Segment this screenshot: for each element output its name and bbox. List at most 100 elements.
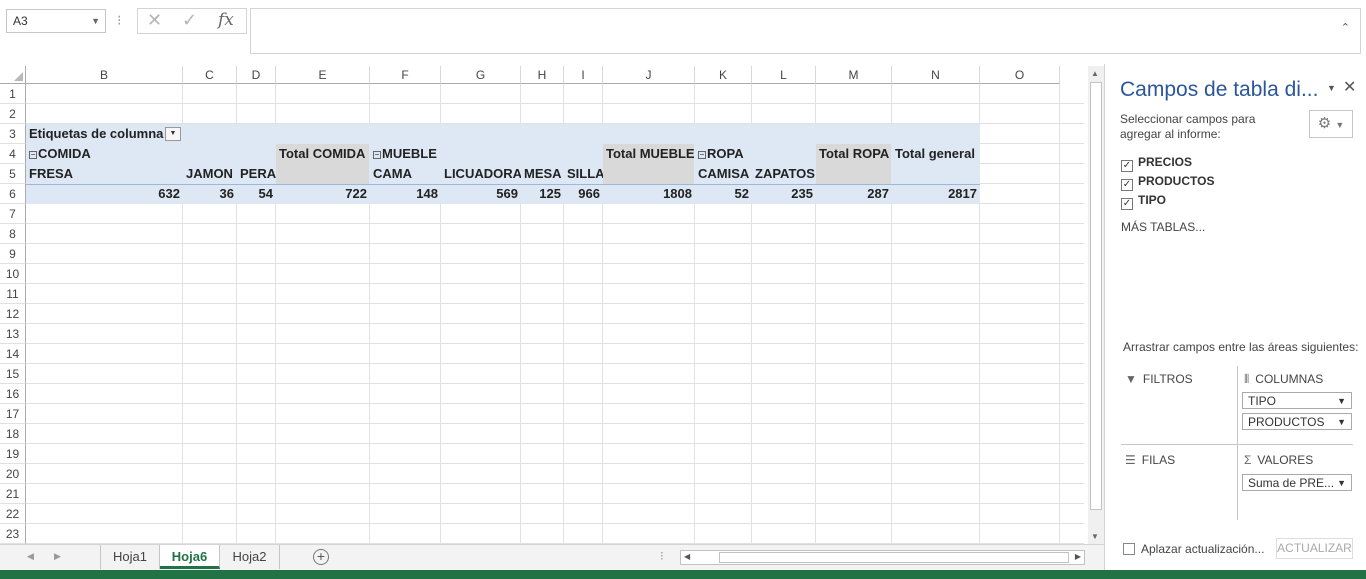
row-header[interactable]: 12 xyxy=(0,304,26,324)
value-pera[interactable]: 54 xyxy=(237,184,276,204)
checkbox-icon[interactable] xyxy=(1123,543,1135,555)
checkbox-checked-icon[interactable]: ✓ xyxy=(1121,179,1133,191)
row-header[interactable]: 7 xyxy=(0,204,26,224)
settings-button[interactable]: ⚙ ▼ xyxy=(1309,110,1353,138)
field-precios[interactable]: ✓ PRECIOS xyxy=(1121,154,1192,172)
scroll-down-icon[interactable]: ▼ xyxy=(1091,532,1099,541)
chevron-down-icon[interactable]: ▼ xyxy=(1337,394,1346,408)
value-total-mueble[interactable]: 1808 xyxy=(603,184,695,204)
pivot-header-label[interactable]: Etiquetas de columna xyxy=(26,124,183,144)
value-silla[interactable]: 966 xyxy=(564,184,603,204)
row-header[interactable]: 14 xyxy=(0,344,26,364)
row-header[interactable]: 22 xyxy=(0,504,26,524)
chevron-down-icon[interactable]: ▼ xyxy=(1327,83,1336,93)
column-header-h[interactable]: H xyxy=(521,66,564,84)
item-silla[interactable]: SILLA xyxy=(564,164,603,184)
select-all-button[interactable] xyxy=(0,66,26,84)
row-header[interactable]: 5 xyxy=(0,164,26,184)
value-mesa[interactable]: 125 xyxy=(521,184,564,204)
chevron-up-icon[interactable]: ⌃ xyxy=(1341,21,1350,34)
item-fresa[interactable]: FRESA xyxy=(26,164,183,184)
item-mesa[interactable]: MESA xyxy=(521,164,564,184)
row-header[interactable]: 4 xyxy=(0,144,26,164)
value-total-comida[interactable]: 722 xyxy=(276,184,370,204)
column-header-k[interactable]: K xyxy=(695,66,752,84)
column-header-d[interactable]: D xyxy=(237,66,276,84)
item-cama[interactable]: CAMA xyxy=(370,164,441,184)
row-header[interactable]: 19 xyxy=(0,444,26,464)
value-zapatos[interactable]: 235 xyxy=(752,184,816,204)
formula-input[interactable]: ⌃ xyxy=(250,8,1361,54)
add-sheet-icon[interactable]: + xyxy=(313,549,329,565)
collapse-icon[interactable]: − xyxy=(698,151,706,159)
column-header-m[interactable]: M xyxy=(816,66,892,84)
tab-hoja2[interactable]: Hoja2 xyxy=(220,545,280,569)
chevron-down-icon[interactable]: ▼ xyxy=(91,16,100,26)
value-camisa[interactable]: 52 xyxy=(695,184,752,204)
group-mueble[interactable]: − MUEBLE xyxy=(370,144,441,164)
row-header[interactable]: 18 xyxy=(0,424,26,444)
tab-hoja6[interactable]: Hoja6 xyxy=(160,545,220,569)
row-header[interactable]: 23 xyxy=(0,524,26,544)
value-licuadora[interactable]: 569 xyxy=(441,184,521,204)
row-header[interactable]: 15 xyxy=(0,364,26,384)
value-fresa[interactable]: 632 xyxy=(26,184,183,204)
row-header[interactable]: 8 xyxy=(0,224,26,244)
row-header[interactable]: 21 xyxy=(0,484,26,504)
item-pera[interactable]: PERA xyxy=(237,164,276,184)
value-total-general[interactable]: 2817 xyxy=(892,184,980,204)
column-header-j[interactable]: J xyxy=(603,66,695,84)
column-header-i[interactable]: I xyxy=(564,66,603,84)
row-header[interactable]: 11 xyxy=(0,284,26,304)
item-zapatos[interactable]: ZAPATOS xyxy=(752,164,816,184)
column-header-e[interactable]: E xyxy=(276,66,370,84)
row-header[interactable]: 17 xyxy=(0,404,26,424)
filter-dropdown-icon[interactable]: ▼ xyxy=(165,127,181,141)
total-ropa-header[interactable]: Total ROPA xyxy=(816,144,892,164)
close-icon[interactable]: ✕ xyxy=(1343,77,1356,97)
insert-function-icon[interactable]: fx xyxy=(218,10,234,30)
row-header[interactable]: 16 xyxy=(0,384,26,404)
row-header[interactable]: 6 xyxy=(0,184,26,204)
tab-hoja1[interactable]: Hoja1 xyxy=(100,545,160,569)
column-header-l[interactable]: L xyxy=(752,66,816,84)
more-tables-link[interactable]: MÁS TABLAS... xyxy=(1121,220,1205,234)
item-jamon[interactable]: JAMON xyxy=(183,164,237,184)
column-header-o[interactable]: O xyxy=(980,66,1060,84)
column-header-c[interactable]: C xyxy=(183,66,237,84)
tab-prev-icon[interactable]: ◀ xyxy=(27,551,34,562)
value-chip-suma-precios[interactable]: Suma de PRE... ▼ xyxy=(1242,474,1352,491)
total-mueble-header[interactable]: Total MUEBLE xyxy=(603,144,695,164)
tab-next-icon[interactable]: ▶ xyxy=(54,551,61,562)
checkbox-checked-icon[interactable]: ✓ xyxy=(1121,198,1133,210)
item-licuadora[interactable]: LICUADORA xyxy=(441,164,521,184)
horizontal-scrollbar[interactable]: ◀ ▶ xyxy=(680,550,1085,565)
field-productos[interactable]: ✓ PRODUCTOS xyxy=(1121,173,1214,191)
value-total-ropa[interactable]: 287 xyxy=(816,184,892,204)
collapse-icon[interactable]: − xyxy=(29,151,37,159)
row-header[interactable]: 3 xyxy=(0,124,26,144)
column-header-g[interactable]: G xyxy=(441,66,521,84)
group-ropa[interactable]: − ROPA xyxy=(695,144,752,164)
column-chip-productos[interactable]: PRODUCTOS ▼ xyxy=(1242,413,1352,430)
column-header-b[interactable]: B xyxy=(26,66,183,84)
row-header[interactable]: 2 xyxy=(0,104,26,124)
checkbox-checked-icon[interactable]: ✓ xyxy=(1121,160,1133,172)
cancel-icon[interactable]: ✕ xyxy=(147,10,162,31)
row-header[interactable]: 20 xyxy=(0,464,26,484)
scroll-left-icon[interactable]: ◀ xyxy=(684,552,690,561)
column-header-n[interactable]: N xyxy=(892,66,980,84)
total-general-header[interactable]: Total general xyxy=(892,144,980,164)
collapse-icon[interactable]: − xyxy=(373,151,381,159)
chevron-down-icon[interactable]: ▼ xyxy=(1337,415,1346,429)
item-camisa[interactable]: CAMISA xyxy=(695,164,752,184)
scroll-thumb[interactable] xyxy=(719,552,1069,563)
splitter-icon[interactable]: ⁝ xyxy=(660,549,664,563)
total-comida-header[interactable]: Total COMIDA xyxy=(276,144,370,164)
value-cama[interactable]: 148 xyxy=(370,184,441,204)
column-header-f[interactable]: F xyxy=(370,66,441,84)
row-header[interactable]: 10 xyxy=(0,264,26,284)
group-comida[interactable]: − COMIDA xyxy=(26,144,183,164)
update-button[interactable]: ACTUALIZAR xyxy=(1276,538,1353,559)
field-tipo[interactable]: ✓ TIPO xyxy=(1121,192,1166,210)
